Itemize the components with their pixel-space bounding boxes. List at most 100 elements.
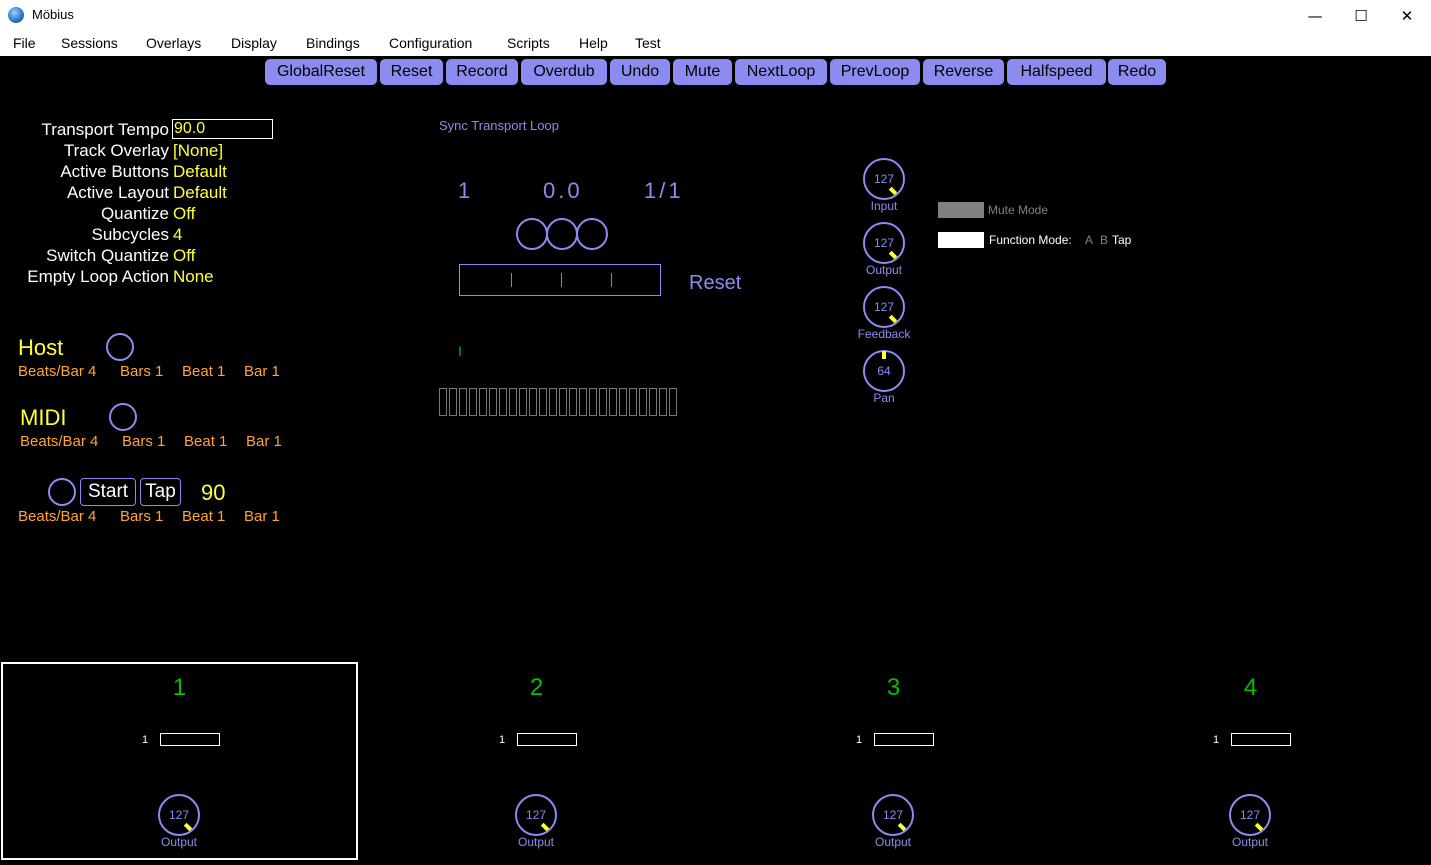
mute-mode-label: Mute Mode [988,203,1049,217]
track-strip-3[interactable]: 3 1 127 Output [715,662,1072,860]
reset-button[interactable]: Reset [380,59,443,85]
track-loop-meter [874,733,934,746]
level-meter-cell [519,388,527,416]
menu-scripts[interactable]: Scripts [507,35,550,51]
feedback-knob-label: Feedback [857,327,911,341]
menu-test[interactable]: Test [635,35,661,51]
global-reset-button[interactable]: GlobalReset [265,59,377,85]
function-mode-label: Function Mode: [989,233,1072,247]
menu-bar: File Sessions Overlays Display Bindings … [0,31,1431,56]
transport-start-button[interactable]: Start [80,478,136,506]
minimize-button[interactable]: — [1292,0,1338,31]
sync-transport-loop-label: Sync Transport Loop [439,118,559,133]
track-output-knob-value: 127 [1229,794,1271,836]
next-loop-button[interactable]: NextLoop [735,59,827,85]
host-beat: Beat 1 [182,363,226,380]
loop-slot-1-indicator [516,218,548,250]
midi-bars: Bars 1 [122,433,166,450]
track-strip-1[interactable]: 1 1 127 Output [1,662,358,860]
transport-beat: Beat 1 [182,508,226,525]
transport-tempo-label: Transport Tempo [41,120,169,139]
track-loop-meter [517,733,577,746]
active-layout-value[interactable]: Default [173,183,227,203]
progress-tick [611,273,612,287]
midi-beat-indicator [109,403,137,431]
track-loop-number: 1 [856,734,863,746]
level-meter-cell [509,388,517,416]
midi-sync-title: MIDI [20,405,67,430]
host-bars: Bars 1 [120,363,164,380]
level-meter-cell [619,388,627,416]
input-knob-value: 127 [863,158,905,200]
transport-tempo-display: 90 [201,480,226,505]
level-meter-cell [579,388,587,416]
output-knob-value: 127 [863,222,905,264]
switch-quantize-label: Switch Quantize [46,246,169,265]
menu-overlays[interactable]: Overlays [146,35,201,51]
track-output-knob-label: Output [1231,835,1269,849]
track-loop-meter [1231,733,1291,746]
switch-quantize-value[interactable]: Off [173,246,195,266]
transport-bars: Bars 1 [120,508,164,525]
level-meter-cell [469,388,477,416]
track-overlay-value[interactable]: [None] [173,141,223,161]
redo-button[interactable]: Redo [1108,59,1166,85]
menu-bindings[interactable]: Bindings [306,35,360,51]
level-meter-cell [459,388,467,416]
mobius-app-icon [8,7,24,23]
track-output-knob-value: 127 [515,794,557,836]
empty-loop-action-label: Empty Loop Action [27,267,169,286]
menu-file[interactable]: File [13,35,36,51]
quantize-label: Quantize [100,204,169,223]
close-button[interactable]: ✕ [1384,0,1430,31]
track-output-knob-value: 127 [872,794,914,836]
level-meter-cell [489,388,497,416]
menu-help[interactable]: Help [579,35,608,51]
function-mode-indicator [938,232,984,248]
host-bar: Bar 1 [244,363,280,380]
level-meter-cell [559,388,567,416]
host-beats-per-bar: Beats/Bar 4 [18,363,97,380]
mute-button[interactable]: Mute [673,59,732,85]
active-buttons-value[interactable]: Default [173,162,227,182]
progress-tick [561,273,562,287]
midi-beat: Beat 1 [184,433,228,450]
midi-bar: Bar 1 [246,433,282,450]
menu-configuration[interactable]: Configuration [389,35,472,51]
main-panel: GlobalReset Reset Record Overdub Undo Mu… [1,56,1429,864]
level-meter-cell [549,388,557,416]
level-meter-cell [639,388,647,416]
level-meter-cell [649,388,657,416]
prev-loop-button[interactable]: PrevLoop [830,59,920,85]
subcycles-value[interactable]: 4 [173,225,182,245]
reverse-button[interactable]: Reverse [923,59,1004,85]
undo-button[interactable]: Undo [610,59,670,85]
track-strip-4[interactable]: 4 1 127 Output [1072,662,1429,860]
transport-tempo-field[interactable]: 90.0 [172,119,273,139]
track-number: 4 [1243,674,1258,701]
function-mode-b: B [1100,233,1109,247]
knob-indicator [882,351,886,359]
halfspeed-button[interactable]: Halfspeed [1007,59,1106,85]
menu-display[interactable]: Display [231,35,277,51]
level-meter-cell [609,388,617,416]
empty-loop-action-value[interactable]: None [173,267,214,287]
track-output-knob-label: Output [160,835,198,849]
track-loop-number: 1 [499,734,506,746]
host-beat-indicator [106,333,134,361]
input-knob-label: Input [870,199,898,213]
track-loop-number: 1 [1213,734,1220,746]
transport-beats-per-bar: Beats/Bar 4 [18,508,97,525]
level-meter-cell [449,388,457,416]
level-meter-cell [589,388,597,416]
transport-tap-button[interactable]: Tap [140,478,181,506]
menu-sessions[interactable]: Sessions [61,35,118,51]
maximize-button[interactable]: ☐ [1338,0,1384,31]
window-title: Möbius [32,7,74,22]
function-mode-tap: Tap [1112,233,1132,247]
quantize-value[interactable]: Off [173,204,195,224]
track-strip-2[interactable]: 2 1 127 Output [358,662,715,860]
overdub-button[interactable]: Overdub [521,59,607,85]
record-button[interactable]: Record [446,59,518,85]
level-meter-cell [629,388,637,416]
